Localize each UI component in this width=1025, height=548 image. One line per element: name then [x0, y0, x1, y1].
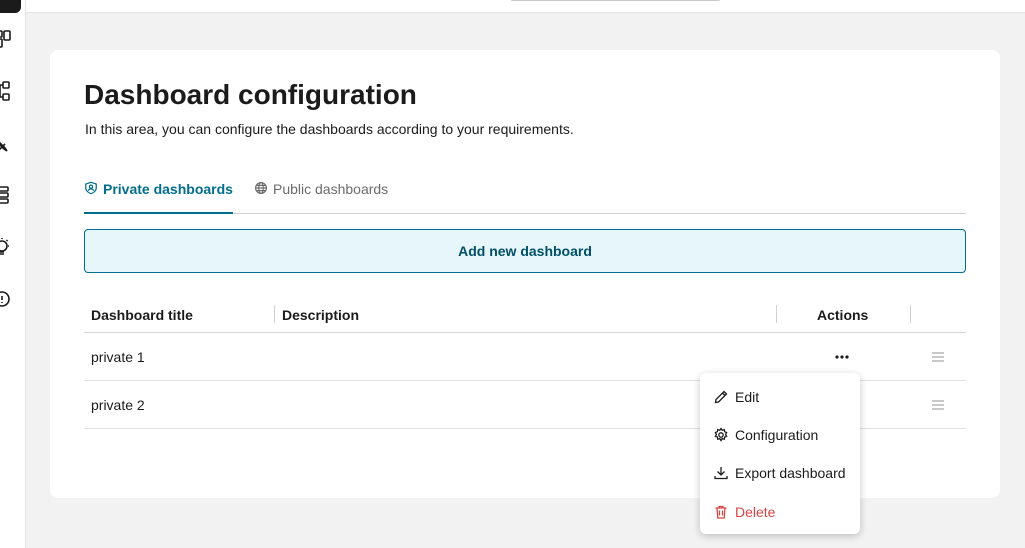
column-header-title[interactable]: Dashboard title	[91, 307, 193, 323]
add-new-dashboard-button[interactable]: Add new dashboard	[84, 229, 966, 273]
menu-item-label: Delete	[735, 504, 776, 520]
drag-handle-icon[interactable]	[930, 399, 946, 411]
column-divider[interactable]	[776, 305, 777, 323]
menu-item-label: Export dashboard	[735, 465, 846, 481]
tab-bar: Private dashboards Public dashboards	[84, 176, 966, 214]
top-bar	[0, 0, 1025, 13]
download-icon	[714, 467, 728, 480]
globe-icon	[255, 182, 267, 194]
pencil-ruler-icon[interactable]	[0, 132, 13, 154]
sidebar	[0, 0, 26, 548]
tab-label: Private dashboards	[103, 181, 233, 197]
ellipsis-icon	[835, 355, 849, 359]
table-header: Dashboard title Description Actions	[84, 295, 966, 333]
tab-public-dashboards[interactable]: Public dashboards	[254, 176, 388, 214]
list-icon[interactable]	[0, 184, 13, 206]
dashboard-title: private 1	[91, 349, 145, 365]
pencil-icon	[714, 390, 728, 404]
help-icon[interactable]	[0, 288, 13, 310]
column-header-description[interactable]: Description	[282, 307, 359, 323]
menu-item-configuration[interactable]: Configuration	[700, 420, 860, 450]
menu-item-label: Edit	[735, 389, 760, 405]
tab-private-dashboards[interactable]: Private dashboards	[84, 176, 233, 214]
trash-icon	[715, 505, 727, 519]
column-divider[interactable]	[274, 305, 275, 323]
tab-label: Public dashboards	[273, 181, 389, 197]
menu-item-label: Configuration	[735, 427, 819, 443]
dashboard-title: private 2	[91, 397, 145, 413]
actions-context-menu: Edit Configuration Export dashboard Dele…	[700, 373, 860, 534]
more-actions-button[interactable]	[832, 349, 852, 365]
shield-user-icon	[85, 181, 97, 195]
menu-item-edit[interactable]: Edit	[700, 382, 860, 412]
lightbulb-icon[interactable]	[0, 236, 13, 258]
app-logo[interactable]	[0, 0, 21, 13]
search-input[interactable]	[509, 0, 722, 1]
network-icon[interactable]	[0, 80, 13, 102]
gear-icon	[714, 427, 728, 442]
menu-item-delete[interactable]: Delete	[700, 497, 860, 527]
column-divider[interactable]	[910, 305, 911, 323]
page-subtitle: In this area, you can configure the dash…	[85, 121, 574, 137]
menu-item-export-dashboard[interactable]: Export dashboard	[700, 458, 860, 488]
drag-handle-icon[interactable]	[930, 351, 946, 363]
column-header-actions: Actions	[817, 307, 869, 323]
page-title: Dashboard configuration	[84, 79, 417, 110]
dashboard-icon[interactable]	[0, 28, 13, 50]
